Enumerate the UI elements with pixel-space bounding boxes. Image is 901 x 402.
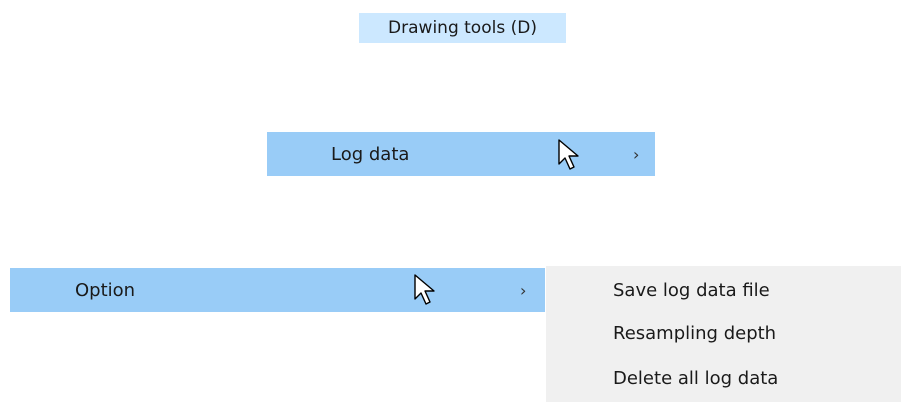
drawing-tools-tab[interactable]: Drawing tools (D) bbox=[359, 13, 566, 43]
chevron-right-icon: › bbox=[633, 144, 640, 164]
menu-item-log-data-label: Log data bbox=[331, 143, 410, 165]
submenu-item-delete-all-log-data[interactable]: Delete all log data bbox=[613, 368, 778, 389]
menu-item-option-label: Option bbox=[75, 279, 136, 301]
menu-item-option[interactable]: Option › bbox=[10, 268, 545, 312]
option-submenu: Save log data file Resampling depth Dele… bbox=[546, 266, 901, 402]
menu-item-log-data[interactable]: Log data › bbox=[267, 132, 655, 176]
mouse-pointer-icon bbox=[414, 274, 435, 305]
mouse-pointer-icon bbox=[558, 139, 579, 170]
submenu-item-resampling-depth[interactable]: Resampling depth bbox=[613, 323, 776, 344]
submenu-item-save-log-data-file[interactable]: Save log data file bbox=[613, 280, 770, 301]
chevron-right-icon: › bbox=[520, 280, 527, 300]
drawing-tools-tab-label: Drawing tools (D) bbox=[388, 18, 537, 38]
